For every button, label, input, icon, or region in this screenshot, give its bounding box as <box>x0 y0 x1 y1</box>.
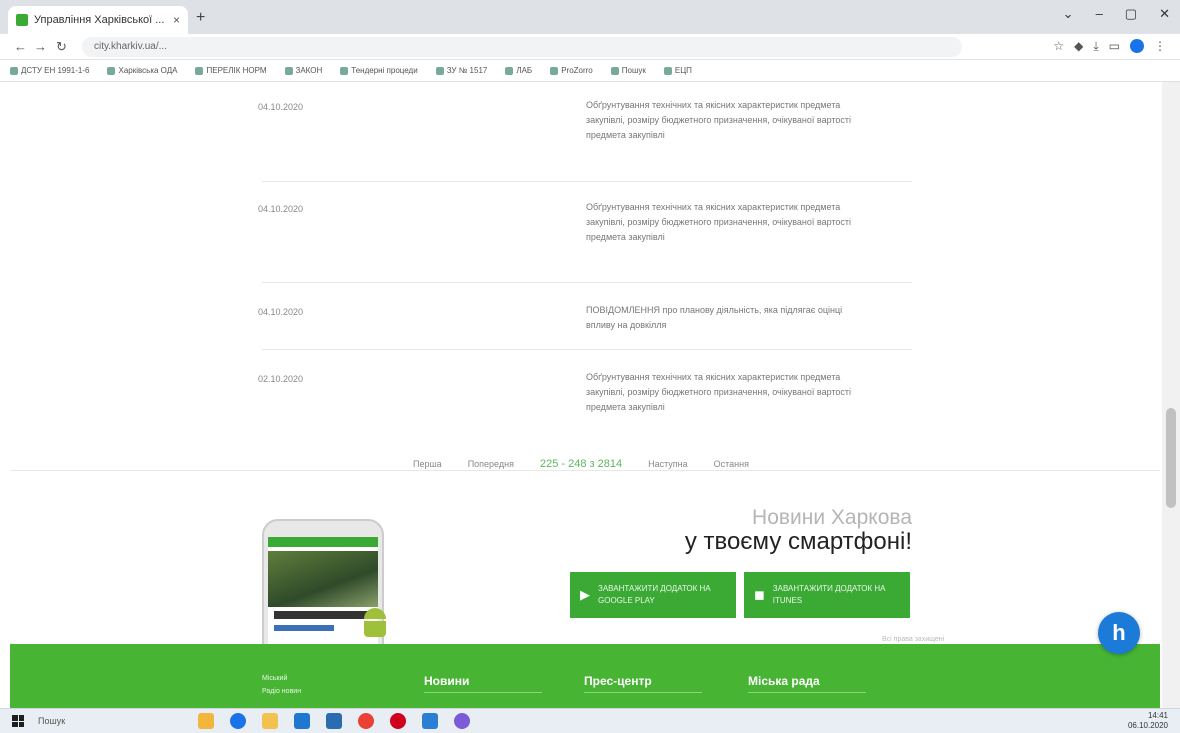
footer-links: Міський Радіо новин <box>262 672 301 698</box>
footer-link[interactable]: Радіо новин <box>262 685 301 698</box>
sidepanel-icon[interactable]: ▭ <box>1109 39 1120 54</box>
item-date: 04.10.2020 <box>258 204 304 214</box>
list-item[interactable]: 04.10.2020 ПОВІДОМЛЕННЯ про планову діял… <box>258 283 912 350</box>
page-first-link[interactable]: Перша <box>413 459 442 469</box>
browser-titlebar: Управління Харківської ... × + ⌄ – ▢ ✕ <box>0 0 1180 34</box>
windows-start-icon[interactable] <box>12 715 24 727</box>
edge-icon[interactable] <box>230 713 246 729</box>
item-link[interactable]: Обґрунтування технічних та якісних харак… <box>586 200 856 245</box>
chrome-icon[interactable] <box>358 713 374 729</box>
site-footer: Міський Радіо новин Новини Прес-центр Мі… <box>10 644 1160 708</box>
reload-icon[interactable]: ↻ <box>56 39 67 55</box>
android-icon <box>362 608 388 638</box>
bookmark-item[interactable]: ЕЦП <box>663 66 692 75</box>
list-item[interactable]: 04.10.2020 Обґрунтування технічних та як… <box>258 182 912 283</box>
bookmark-item[interactable]: ЗУ № 1517 <box>435 66 487 75</box>
mail-icon[interactable] <box>326 713 342 729</box>
google-play-button[interactable]: ▶ ЗАВАНТАЖИТИ ДОДАТОК НА GOOGLE PLAY <box>570 572 736 618</box>
minimize-icon[interactable]: – <box>1096 6 1103 22</box>
star-icon[interactable]: ☆ <box>1053 39 1064 54</box>
item-date: 04.10.2020 <box>258 307 304 317</box>
bookmark-item[interactable]: Пошук <box>610 66 646 75</box>
maximize-icon[interactable]: ▢ <box>1125 6 1137 22</box>
window-controls: ⌄ – ▢ ✕ <box>1063 6 1170 22</box>
list-item[interactable]: 04.10.2020 Обґрунтування технічних та як… <box>258 82 912 182</box>
footer-council-heading[interactable]: Міська рада <box>748 674 866 693</box>
close-icon[interactable]: ✕ <box>1159 6 1170 22</box>
opera-icon[interactable] <box>390 713 406 729</box>
close-tab-icon[interactable]: × <box>173 13 180 27</box>
extension-icon[interactable]: ◆ <box>1074 39 1083 54</box>
address-bar: ← → ↻ city.kharkiv.ua/... ☆ ◆ ⤓ ▭ ⋮ <box>0 34 1180 60</box>
new-tab-icon[interactable]: + <box>196 9 205 27</box>
taskbar: Пошук 14:41 06.10.2020 <box>0 708 1180 733</box>
tab-title: Управління Харківської ... <box>34 14 165 26</box>
item-link[interactable]: ПОВІДОМЛЕННЯ про планову діяльність, яка… <box>586 303 856 333</box>
folder-icon[interactable] <box>262 713 278 729</box>
bookmark-item[interactable]: ДСТУ ЕН 1991-1-6 <box>10 66 89 75</box>
store-icon[interactable] <box>294 713 310 729</box>
app-icon[interactable] <box>422 713 438 729</box>
menu-icon[interactable]: ⋮ <box>1154 39 1166 54</box>
footer-link[interactable]: Міський <box>262 672 301 685</box>
scrollbar-thumb[interactable] <box>1166 408 1176 508</box>
taskbar-apps <box>198 713 470 729</box>
page-last-link[interactable]: Остання <box>714 459 749 469</box>
bookmark-item[interactable]: ЛАБ <box>505 66 532 75</box>
chevron-down-icon[interactable]: ⌄ <box>1063 6 1074 22</box>
bookmarks-bar: ДСТУ ЕН 1991-1-6 Харківська ОДА ПЕРЕЛІК … <box>0 60 1180 82</box>
page-viewport: 04.10.2020 Обґрунтування технічних та як… <box>0 82 1162 708</box>
favicon-icon <box>16 14 28 26</box>
footer-press-heading[interactable]: Прес-центр <box>584 674 702 693</box>
viber-icon[interactable] <box>454 713 470 729</box>
forward-icon[interactable]: → <box>34 39 47 54</box>
profile-avatar[interactable] <box>1130 39 1144 53</box>
apple-icon: ◼ <box>754 587 765 602</box>
bookmark-item[interactable]: Харківська ОДА <box>107 66 177 75</box>
extensions: ☆ ◆ ⤓ ▭ ⋮ <box>1053 39 1166 54</box>
footer-news-heading[interactable]: Новини <box>424 674 542 693</box>
url-input[interactable]: city.kharkiv.ua/... <box>82 37 962 57</box>
app-store-button[interactable]: ◼ ЗАВАНТАЖИТИ ДОДАТОК НА ITUNES <box>744 572 910 618</box>
download-icon[interactable]: ⤓ <box>1093 39 1098 54</box>
page-prev-link[interactable]: Попередня <box>468 459 514 469</box>
google-play-icon: ▶ <box>580 587 590 602</box>
widgets-icon[interactable] <box>198 713 214 729</box>
page-current: 225 - 248 з 2814 <box>539 458 623 470</box>
item-date: 02.10.2020 <box>258 374 304 384</box>
divider <box>10 470 1160 471</box>
pagination: Перша Попередня 225 - 248 з 2814 Наступн… <box>0 454 1162 474</box>
scrollbar[interactable] <box>1162 82 1180 708</box>
back-icon[interactable]: ← <box>14 39 27 54</box>
list-item[interactable]: 02.10.2020 Обґрунтування технічних та як… <box>258 350 912 450</box>
taskbar-search[interactable]: Пошук <box>38 716 158 726</box>
help-widget-icon[interactable]: h <box>1098 612 1140 654</box>
bookmark-item[interactable]: ProZorro <box>550 66 593 75</box>
item-date: 04.10.2020 <box>258 102 304 112</box>
promo-title: Новини Харкова <box>752 506 912 529</box>
bookmark-item[interactable]: ЗАКОН <box>284 66 322 75</box>
browser-tab[interactable]: Управління Харківської ... × <box>8 6 188 34</box>
item-link[interactable]: Обґрунтування технічних та якісних харак… <box>586 98 856 143</box>
bookmark-item[interactable]: Тендерні процеди <box>340 66 418 75</box>
item-link[interactable]: Обґрунтування технічних та якісних харак… <box>586 370 856 415</box>
system-clock[interactable]: 14:41 06.10.2020 <box>1128 711 1168 731</box>
page-next-link[interactable]: Наступна <box>648 459 688 469</box>
promo-subtitle: у твоєму смартфоні! <box>684 528 912 555</box>
bookmark-item[interactable]: ПЕРЕЛІК НОРМ <box>195 66 267 75</box>
